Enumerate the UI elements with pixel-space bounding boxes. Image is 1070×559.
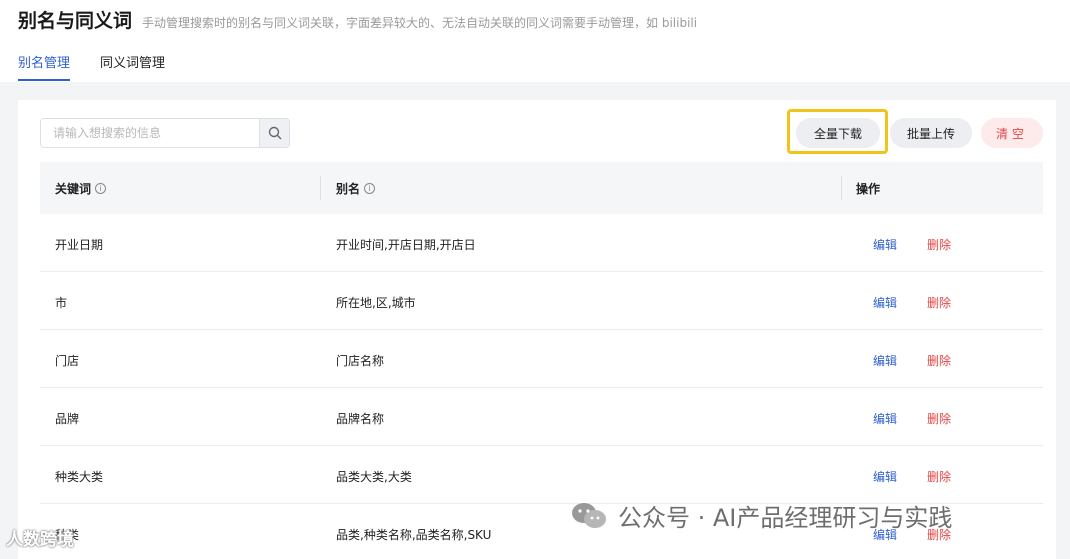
column-header-label: 操作 — [856, 182, 881, 196]
watermark-right: 公众号 · AI产品经理研习与实践 — [570, 498, 952, 533]
table-header: 关键词 i 别名 i 操作 — [40, 162, 1043, 214]
search-button[interactable] — [259, 119, 289, 147]
watermark-right-text: 公众号 · AI产品经理研习与实践 — [618, 504, 953, 532]
keyword-cell: 门店 — [55, 354, 80, 368]
delete-link[interactable]: 删除 — [927, 354, 951, 368]
table-row: 品牌 品牌名称 编辑 删除 — [40, 388, 1043, 446]
delete-link[interactable]: 删除 — [927, 470, 951, 484]
search-input[interactable] — [41, 119, 259, 147]
batch-upload-button[interactable]: 批量上传 — [890, 118, 972, 148]
table-row: 开业日期 开业时间,开店日期,开店日 编辑 删除 — [40, 214, 1043, 272]
tab-alias-management[interactable]: 别名管理 — [18, 52, 71, 82]
column-header-label: 别名 — [336, 182, 361, 196]
watermark-left-text: 人数跨境 — [6, 530, 74, 550]
column-header-label: 关键词 — [55, 182, 92, 196]
page-title: 别名与同义词 — [18, 10, 133, 32]
column-header-alias: 别名 i — [336, 180, 376, 197]
edit-link[interactable]: 编辑 — [873, 296, 897, 310]
row-actions: 编辑 删除 — [873, 410, 951, 427]
page-header: 别名与同义词 手动管理搜索时的别名与同义词关联，字面差异较大的、无法自动关联的同… — [0, 0, 1070, 82]
edit-link[interactable]: 编辑 — [873, 238, 897, 252]
tab-bar: 别名管理 同义词管理 — [18, 52, 165, 82]
search-icon — [268, 126, 281, 140]
row-actions: 编辑 删除 — [873, 294, 951, 311]
download-all-button[interactable]: 全量下载 — [796, 118, 880, 148]
search-box — [40, 118, 290, 148]
column-divider — [320, 176, 321, 200]
delete-link[interactable]: 删除 — [927, 238, 951, 252]
delete-link[interactable]: 删除 — [927, 296, 951, 310]
alias-cell: 品类,种类名称,品类名称,SKU — [336, 528, 492, 542]
clear-button[interactable]: 清空 — [981, 118, 1043, 148]
table-row: 种类大类 品类大类,大类 编辑 删除 — [40, 446, 1043, 504]
title-row: 别名与同义词 手动管理搜索时的别名与同义词关联，字面差异较大的、无法自动关联的同… — [18, 6, 697, 33]
table-row: 市 所在地,区,城市 编辑 删除 — [40, 272, 1043, 330]
row-actions: 编辑 删除 — [873, 468, 951, 485]
info-icon[interactable]: i — [364, 183, 376, 194]
delete-link[interactable]: 删除 — [927, 412, 951, 426]
keyword-cell: 市 — [55, 296, 68, 310]
alias-cell: 开业时间,开店日期,开店日 — [336, 238, 476, 252]
edit-link[interactable]: 编辑 — [873, 354, 897, 368]
wechat-icon — [572, 502, 606, 528]
alias-cell: 品类大类,大类 — [336, 470, 412, 484]
info-icon[interactable]: i — [95, 183, 107, 194]
keyword-cell: 品牌 — [55, 412, 80, 426]
tab-synonym-management[interactable]: 同义词管理 — [100, 52, 165, 82]
column-header-keyword: 关键词 i — [55, 180, 107, 197]
row-actions: 编辑 删除 — [873, 352, 951, 369]
page-description: 手动管理搜索时的别名与同义词关联，字面差异较大的、无法自动关联的同义词需要手动管… — [142, 16, 698, 30]
column-header-actions: 操作 — [856, 180, 880, 197]
alias-cell: 门店名称 — [336, 354, 385, 368]
edit-link[interactable]: 编辑 — [873, 470, 897, 484]
alias-cell: 品牌名称 — [336, 412, 385, 426]
keyword-cell: 种类大类 — [55, 470, 104, 484]
edit-link[interactable]: 编辑 — [873, 412, 897, 426]
alias-cell: 所在地,区,城市 — [336, 296, 416, 310]
column-divider — [841, 176, 842, 200]
row-actions: 编辑 删除 — [873, 236, 951, 253]
keyword-cell: 开业日期 — [55, 238, 104, 252]
watermark-left: 人数跨境 — [6, 525, 74, 550]
table-row: 门店 门店名称 编辑 删除 — [40, 330, 1043, 388]
